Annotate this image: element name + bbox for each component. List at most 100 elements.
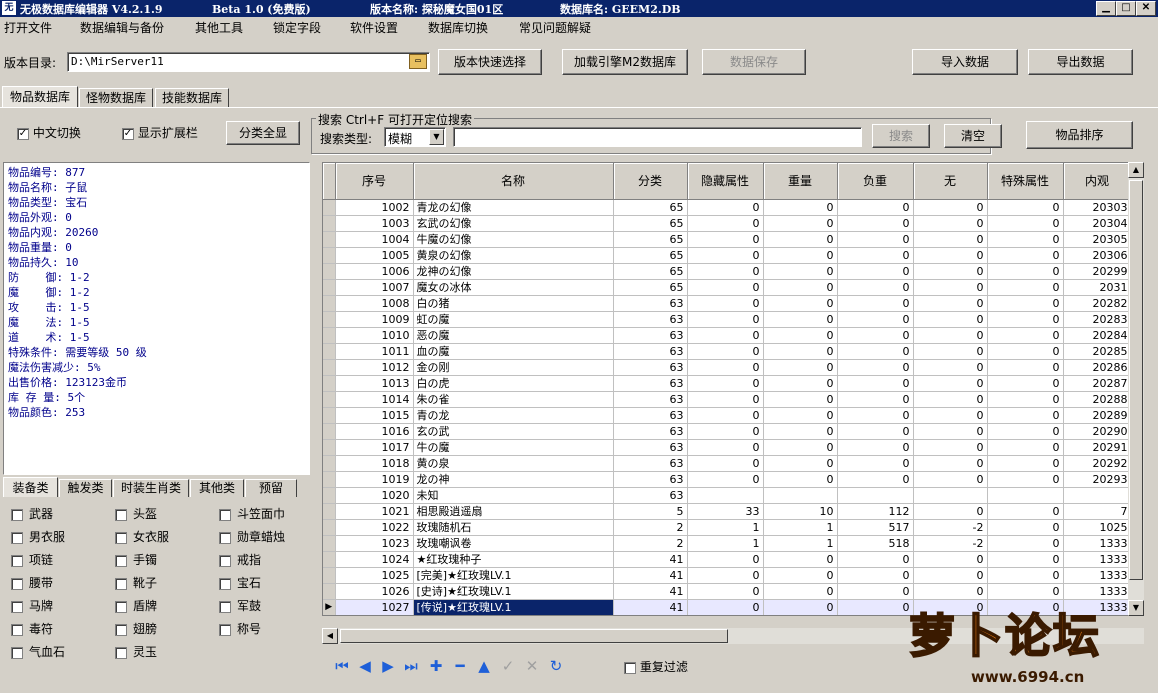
table-cell[interactable]: 20289: [1063, 407, 1132, 424]
table-cell[interactable]: 1022: [335, 519, 414, 536]
column-header[interactable]: 负重: [837, 163, 914, 200]
table-cell[interactable]: 0: [687, 391, 764, 408]
table-cell[interactable]: 20303: [1063, 199, 1132, 216]
table-cell[interactable]: 0: [763, 327, 838, 344]
tab-monster-db[interactable]: 怪物数据库: [79, 88, 153, 108]
table-cell[interactable]: 65: [613, 279, 688, 296]
last-icon[interactable]: ⏭: [401, 656, 421, 676]
show-extension-checkbox[interactable]: ✓ 显示扩展栏: [122, 124, 198, 141]
table-cell[interactable]: 0: [987, 359, 1064, 376]
table-cell[interactable]: 0: [987, 247, 1064, 264]
save-data-button[interactable]: 数据保存: [702, 49, 806, 75]
edit-icon[interactable]: ▲: [474, 656, 494, 676]
column-header[interactable]: 隐藏属性: [687, 163, 764, 200]
table-cell[interactable]: 0: [763, 295, 838, 312]
table-cell[interactable]: 2031: [1063, 279, 1132, 296]
table-cell[interactable]: 0: [987, 567, 1064, 584]
item-grid[interactable]: 序号 名称 分类 隐藏属性 重量 负重无特殊属性 内观 1002 青龙の幻像 65 0 0 0 0 0 20…: [322, 162, 1144, 616]
table-cell[interactable]: 0: [987, 199, 1064, 216]
category-checkbox[interactable]: 武器: [11, 505, 53, 522]
table-row[interactable]: 1017 牛の魔 63 0 0 0 0 0 20291: [323, 439, 1132, 456]
table-cell[interactable]: 玄の武: [413, 423, 614, 440]
table-cell[interactable]: 63: [613, 455, 688, 472]
column-header[interactable]: 重量: [763, 163, 838, 200]
table-cell[interactable]: 龙神の幻像: [413, 263, 614, 280]
table-cell[interactable]: 63: [613, 471, 688, 488]
table-cell[interactable]: 0: [687, 311, 764, 328]
table-cell[interactable]: 0: [763, 263, 838, 280]
table-cell[interactable]: 0: [837, 375, 914, 392]
category-checkbox[interactable]: 军鼓: [219, 597, 261, 614]
table-cell[interactable]: 63: [613, 487, 688, 504]
table-cell[interactable]: 20304: [1063, 215, 1132, 232]
delete-icon[interactable]: ━: [450, 656, 470, 676]
table-cell[interactable]: 0: [763, 391, 838, 408]
table-cell[interactable]: 20283: [1063, 311, 1132, 328]
table-row[interactable]: 1018 黄の泉 63 0 0 0 0 0 20292: [323, 455, 1132, 472]
table-cell[interactable]: 63: [613, 439, 688, 456]
category-checkbox[interactable]: 翅膀: [115, 620, 157, 637]
table-cell[interactable]: 0: [687, 551, 764, 568]
table-cell[interactable]: 0: [987, 503, 1064, 520]
tab-item-db[interactable]: 物品数据库: [2, 86, 78, 108]
table-cell[interactable]: 1024: [335, 551, 414, 568]
table-cell[interactable]: 0: [987, 407, 1064, 424]
table-cell[interactable]: 63: [613, 423, 688, 440]
hscroll-thumb[interactable]: [340, 629, 728, 643]
table-cell[interactable]: 0: [987, 231, 1064, 248]
table-cell[interactable]: 41: [613, 599, 688, 615]
category-checkbox[interactable]: 马牌: [11, 597, 53, 614]
table-cell[interactable]: 41: [613, 583, 688, 600]
table-cell[interactable]: 0: [687, 599, 764, 615]
menu-other-tools[interactable]: 其他工具: [195, 19, 243, 36]
table-cell[interactable]: 1: [763, 519, 838, 536]
table-cell[interactable]: 1012: [335, 359, 414, 376]
column-header[interactable]: 内观: [1063, 163, 1132, 200]
table-cell[interactable]: 0: [837, 343, 914, 360]
category-checkbox[interactable]: 男衣服: [11, 528, 65, 545]
table-cell[interactable]: 虹の魔: [413, 311, 614, 328]
table-cell[interactable]: 1009: [335, 311, 414, 328]
table-cell[interactable]: 0: [763, 231, 838, 248]
table-row[interactable]: 1024 ★红玫瑰种子 41 0 0 0 0 0 1333: [323, 551, 1132, 568]
table-cell[interactable]: 0: [763, 359, 838, 376]
table-cell[interactable]: -2: [913, 535, 988, 552]
table-row[interactable]: 1012 金の刚 63 0 0 0 0 0 20286: [323, 359, 1132, 376]
table-cell[interactable]: 0: [687, 295, 764, 312]
table-cell[interactable]: 0: [837, 423, 914, 440]
menu-faq[interactable]: 常见问题解疑: [519, 19, 591, 36]
table-cell[interactable]: 41: [613, 551, 688, 568]
table-cell[interactable]: 龙の神: [413, 471, 614, 488]
table-cell[interactable]: 112: [837, 503, 914, 520]
table-cell[interactable]: 33: [687, 503, 764, 520]
table-cell[interactable]: 0: [987, 215, 1064, 232]
column-header[interactable]: 名称: [413, 163, 614, 200]
category-checkbox[interactable]: 毒符: [11, 620, 53, 637]
table-row[interactable]: 1011 血の魔 63 0 0 0 0 0 20285: [323, 343, 1132, 360]
table-cell[interactable]: 1008: [335, 295, 414, 312]
table-row[interactable]: 1021 相思殿逍遥扇 5 33 10 112 0 0 7: [323, 503, 1132, 520]
table-cell[interactable]: 0: [837, 567, 914, 584]
clear-button[interactable]: 清空: [944, 124, 1002, 148]
table-cell[interactable]: 0: [763, 455, 838, 472]
table-cell[interactable]: 0: [913, 327, 988, 344]
table-cell[interactable]: 0: [913, 567, 988, 584]
table-cell[interactable]: 0: [687, 439, 764, 456]
table-row[interactable]: 1002 青龙の幻像 65 0 0 0 0 0 20303: [323, 199, 1132, 216]
table-cell[interactable]: 1002: [335, 199, 414, 216]
category-checkbox[interactable]: 靴子: [115, 574, 157, 591]
table-cell[interactable]: 0: [837, 583, 914, 600]
menu-open-file[interactable]: 打开文件: [4, 19, 52, 36]
table-cell[interactable]: 0: [913, 279, 988, 296]
category-tab[interactable]: 触发类: [59, 479, 112, 498]
table-cell[interactable]: 0: [913, 199, 988, 216]
table-cell[interactable]: 0: [837, 391, 914, 408]
item-sort-button[interactable]: 物品排序: [1026, 121, 1133, 149]
table-cell[interactable]: 5: [613, 503, 688, 520]
menu-lock-fields[interactable]: 锁定字段: [273, 19, 321, 36]
table-cell[interactable]: 518: [837, 535, 914, 552]
scroll-thumb[interactable]: [1129, 180, 1143, 580]
table-cell[interactable]: 0: [837, 215, 914, 232]
table-cell[interactable]: 20282: [1063, 295, 1132, 312]
table-cell[interactable]: 0: [987, 519, 1064, 536]
